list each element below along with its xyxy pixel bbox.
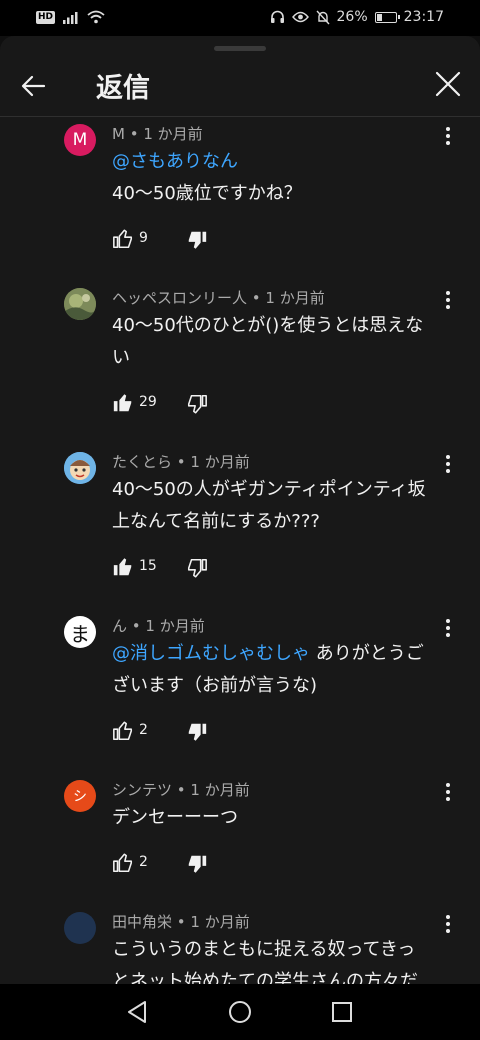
bell-off-icon: [316, 10, 330, 24]
wifi-icon: [87, 10, 105, 24]
like-count: 15: [139, 558, 157, 574]
avatar-letter: M: [72, 130, 88, 150]
triangle-back-icon[interactable]: [124, 998, 152, 1026]
reply-meta: ヘッペスロンリー人 • 1 か月前: [112, 289, 325, 307]
mention-link[interactable]: @さもありなん: [112, 151, 238, 172]
avatar-cartoon-icon: [64, 452, 96, 484]
more-vert-icon[interactable]: [438, 616, 458, 640]
thumb-down-icon[interactable]: [186, 229, 208, 251]
hd-icon: HD: [36, 10, 56, 24]
avatar[interactable]: [64, 452, 96, 484]
thumb-down-icon[interactable]: [186, 721, 208, 743]
circle-home-icon[interactable]: [226, 998, 254, 1026]
reply-text: デンセーーーつ: [112, 802, 448, 834]
reply-meta: ん • 1 か月前: [112, 617, 205, 635]
status-right: 26% 23:17: [270, 9, 444, 25]
reply-meta: M • 1 か月前: [112, 125, 203, 143]
square-recent-icon[interactable]: [328, 998, 356, 1026]
more-vert-icon[interactable]: [438, 780, 458, 804]
reply-text: 40〜50代のひとが()を使うとは思えな い: [112, 310, 448, 374]
more-vert-icon[interactable]: [438, 912, 458, 936]
close-icon[interactable]: [432, 68, 464, 100]
headphones-icon: [270, 10, 284, 23]
reply-actions: 15: [112, 556, 272, 580]
battery-icon: [374, 11, 400, 23]
eye-icon: [291, 11, 309, 23]
reply-actions: 29: [112, 392, 272, 416]
reply-actions: 9: [112, 228, 272, 252]
avatar[interactable]: [64, 912, 96, 944]
like-count: 2: [139, 722, 148, 738]
replies-sheet: 返信 M M • 1 か月前 @さもありなん 40〜50歳位ですかね？ 9 ヘッ…: [0, 36, 480, 1040]
reply-line: 40〜50代のひとが()を使うとは思えな: [112, 315, 424, 336]
system-nav-bar: [0, 984, 480, 1040]
reply-text: @さもありなん 40〜50歳位ですかね？: [112, 146, 448, 210]
reply-meta: シンテツ • 1 か月前: [112, 781, 250, 799]
status-bar: HD 26% 23:17: [0, 0, 480, 36]
reply-line: 上なんて名前にするか???: [112, 511, 320, 532]
reply-line: デンセーーーつ: [112, 807, 238, 828]
header-divider: [0, 116, 480, 117]
thumb-down-icon[interactable]: [186, 853, 208, 875]
reply-text: @消しゴムむしゃむしゃ ありがとうご ざいます（お前が言うな): [112, 638, 448, 702]
sheet-header: 返信: [0, 56, 480, 116]
more-vert-icon[interactable]: [438, 452, 458, 476]
signal-icon: [63, 11, 78, 24]
thumb-up-icon[interactable]: [112, 228, 134, 250]
status-left: HD: [36, 10, 105, 24]
avatar[interactable]: [64, 288, 96, 320]
reply-line: 40〜50歳位ですかね？: [112, 183, 302, 204]
reply-text: 40〜50の人がギガンティポインティ坂 上なんて名前にするか???: [112, 474, 448, 538]
reply-meta: 田中角栄 • 1 か月前: [112, 913, 250, 931]
thumb-down-icon[interactable]: [186, 557, 208, 579]
like-count: 29: [139, 394, 157, 410]
battery-percent: 26%: [336, 9, 368, 25]
reply-actions: 2: [112, 852, 272, 876]
more-vert-icon[interactable]: [438, 124, 458, 148]
reply-line: ざいます（お前が言うな): [112, 675, 318, 696]
reply-line: 40〜50の人がギガンティポインティ坂: [112, 479, 426, 500]
arrow-left-icon[interactable]: [18, 70, 50, 102]
reply-actions: 2: [112, 720, 272, 744]
reply-line: ありがとうご: [310, 643, 424, 664]
avatar[interactable]: M: [64, 124, 96, 156]
reply-meta: たくとら • 1 か月前: [112, 453, 250, 471]
thumb-down-icon[interactable]: [186, 393, 208, 415]
avatar-letter: ま: [70, 621, 90, 646]
reply-line: い: [112, 347, 130, 368]
avatar-photo-icon: [64, 288, 96, 320]
thumb-up-icon[interactable]: [112, 556, 134, 578]
like-count: 2: [139, 854, 148, 870]
avatar[interactable]: ま: [64, 616, 96, 648]
page-title: 返信: [96, 73, 150, 104]
drag-handle[interactable]: [214, 46, 266, 51]
avatar[interactable]: シ: [64, 780, 96, 812]
reply-line: こういうのまともに捉える奴ってきっ: [112, 939, 416, 960]
clock: 23:17: [403, 9, 444, 25]
avatar-letter: シ: [73, 789, 87, 805]
more-vert-icon[interactable]: [438, 288, 458, 312]
thumb-up-icon[interactable]: [112, 392, 134, 414]
thumb-up-icon[interactable]: [112, 852, 134, 874]
like-count: 9: [139, 230, 148, 246]
thumb-up-icon[interactable]: [112, 720, 134, 742]
mention-link[interactable]: @消しゴムむしゃむしゃ: [112, 643, 310, 664]
